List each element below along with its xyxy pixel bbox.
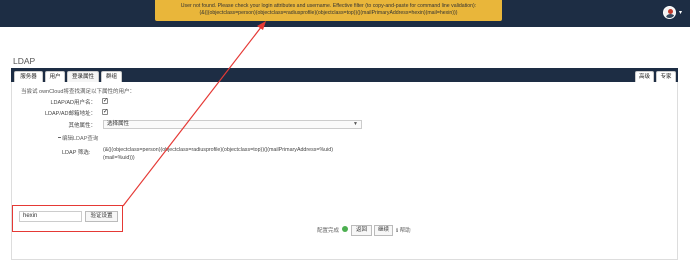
status-indicator-icon	[342, 226, 348, 232]
page-title: LDAP	[13, 56, 36, 66]
back-button[interactable]: 返回	[351, 225, 372, 236]
user-menu[interactable]: ▾	[662, 6, 682, 19]
login-attributes-intro: 当尝试 ownCloud将查找满足以下属性的用户：	[21, 89, 135, 95]
verify-settings-button[interactable]: 验证设置	[85, 211, 118, 222]
tab-expert[interactable]: 专家	[656, 71, 676, 82]
configuration-status-text: 配置完成	[317, 228, 340, 234]
ldap-filter-value: (&(|(objectclass=person)(objectclass=rad…	[103, 146, 413, 163]
tab-bar: 服务器 用户 登录属性 群组 高级 专家	[11, 68, 678, 82]
tab-advanced[interactable]: 高级	[635, 71, 654, 82]
tab-login-attributes[interactable]: 登录属性	[67, 71, 99, 82]
ldap-ad-email-checkbox[interactable]	[102, 108, 108, 115]
avatar[interactable]	[662, 6, 676, 19]
error-message-line2: (&(|(objectclass=person)(objectclass=rad…	[199, 10, 458, 16]
help-link[interactable]: ℹ 帮助	[396, 226, 411, 234]
help-label: 帮助	[399, 228, 411, 234]
tab-server[interactable]: 服务器	[14, 71, 43, 82]
error-message-line1: User not found. Please check your login …	[180, 3, 477, 9]
ldap-filter-line2: (mail=%uid)))	[103, 155, 135, 161]
continue-button[interactable]: 继续	[374, 225, 393, 236]
test-login-input[interactable]: hexin	[19, 211, 82, 222]
tab-groups[interactable]: 群组	[101, 71, 122, 82]
settings-panel	[11, 82, 678, 260]
other-attributes-value: 选择属性	[107, 121, 130, 127]
edit-ldap-query-link[interactable]: 编辑LDAP查询	[57, 134, 98, 142]
chevron-down-icon[interactable]: ▾	[679, 9, 682, 16]
ldap-ad-username-checkbox[interactable]	[102, 97, 108, 104]
chevron-down-icon: ▼	[353, 121, 358, 127]
tab-users[interactable]: 用户	[45, 71, 65, 82]
ldap-filter-label: LDAP 筛选:	[62, 150, 91, 156]
ldap-filter-line1: (&(|(objectclass=person)(objectclass=rad…	[103, 147, 334, 153]
other-attributes-select[interactable]: 选择属性 ▼	[103, 120, 362, 129]
other-attributes-label: 其他属性：	[68, 123, 96, 129]
ldap-ad-email-label: LDAP/AD邮箱地址：	[44, 111, 96, 117]
ldap-ad-username-label: LDAP/AD用户名：	[50, 100, 96, 106]
error-notification: User not found. Please check your login …	[155, 0, 502, 21]
